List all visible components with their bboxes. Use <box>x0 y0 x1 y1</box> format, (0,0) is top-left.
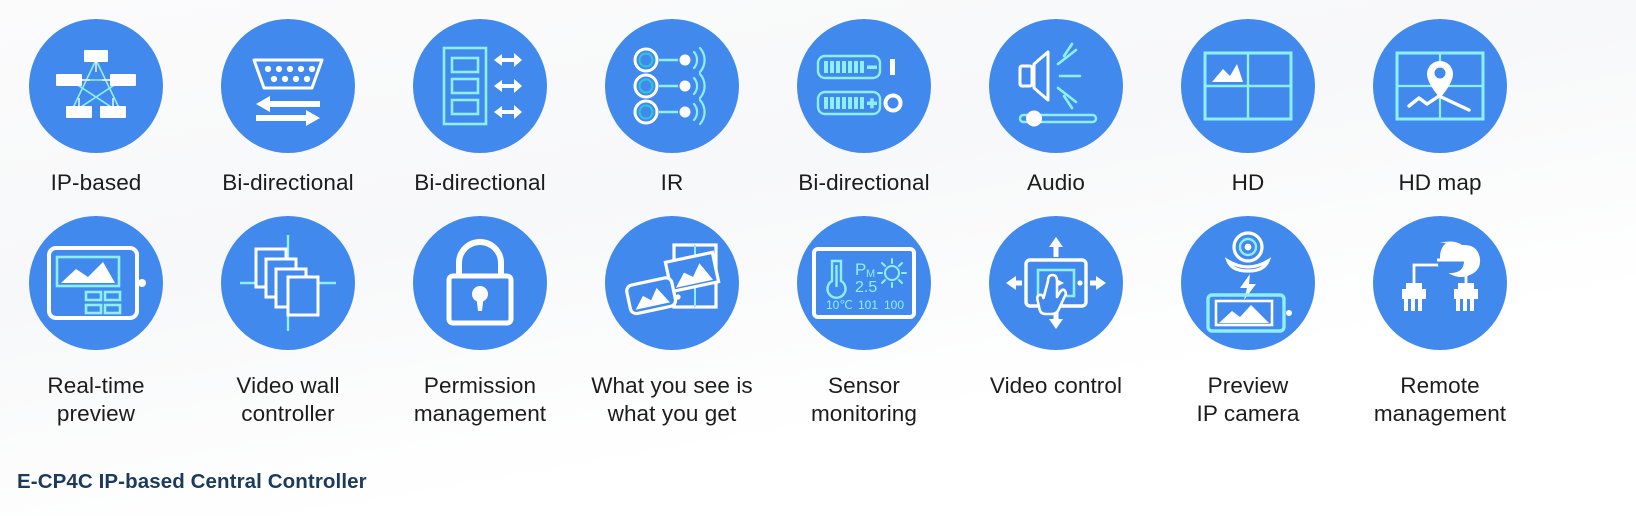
sensor-mid-value: 101 <box>858 298 878 312</box>
feature-label: HD map <box>1398 169 1481 197</box>
bidirectional-connector-icon <box>221 19 355 153</box>
feature-label: Real-time preview <box>47 372 144 428</box>
feature-label-line2: monitoring <box>810 401 918 426</box>
feature-label: IR <box>661 169 684 197</box>
feature-label-line1: Bi-directional <box>222 170 354 195</box>
feature-label: Preview IP camera <box>1196 372 1299 428</box>
feature-item-bidirectional-connector[interactable]: Bi-directional <box>192 0 384 208</box>
feature-label: Remote management <box>1374 372 1506 428</box>
feature-label-line1: IR <box>660 170 684 195</box>
feature-item-hd[interactable]: HD <box>1152 0 1344 208</box>
feature-label-line2: management <box>1373 401 1507 426</box>
feature-item-bidirectional-keypad[interactable]: Bi-directional <box>768 0 960 208</box>
what-you-see-is-icon <box>605 216 739 350</box>
feature-label: Audio <box>1027 169 1085 197</box>
feature-item-real-time-preview[interactable]: Real-time preview <box>0 208 192 426</box>
sensor-pm-value: 2.5 <box>855 279 877 296</box>
feature-label-line1: Bi-directional <box>798 170 930 195</box>
audio-speaker-slider-icon <box>989 19 1123 153</box>
sensor-right-value: 100 <box>884 298 904 312</box>
video-wall-layers-icon <box>221 216 355 350</box>
feature-label-line2: preview <box>56 401 136 426</box>
feature-item-preview-ip-camera[interactable]: Preview IP camera <box>1152 208 1344 426</box>
sensor-temperature-value: 10℃ <box>826 298 853 312</box>
feature-label-line2: what you get <box>607 401 737 426</box>
infrared-remote-icon <box>605 19 739 153</box>
feature-label: HD <box>1232 169 1265 197</box>
environment-sensor-icon: P M 2.5 10℃ 101 100 <box>797 216 931 350</box>
feature-label-line1: Real-time <box>47 373 145 398</box>
feature-item-ir[interactable]: IR <box>576 0 768 208</box>
feature-label-line1: Permission <box>423 373 537 398</box>
feature-overview-page: IP-based Bi-directional Bi-directional I… <box>0 0 1636 516</box>
feature-label: Bi-directional <box>222 169 353 197</box>
feature-item-ip-based[interactable]: IP-based <box>0 0 192 208</box>
feature-item-audio[interactable]: Audio <box>960 0 1152 208</box>
feature-label-line1: Bi-directional <box>414 170 546 195</box>
sensor-pm-label: P <box>855 260 866 279</box>
camera-preview-icon <box>1181 216 1315 350</box>
feature-label: Bi-directional <box>798 169 929 197</box>
feature-label-line1: Remote <box>1400 373 1480 398</box>
feature-label-line1: HD <box>1231 170 1265 195</box>
hd-videowall-icon <box>1181 19 1315 153</box>
feature-label-line1: Video control <box>989 373 1123 398</box>
feature-item-what-you-see-is-what-you-get[interactable]: What you see is what you get <box>576 208 768 426</box>
feature-label-line2: controller <box>241 401 335 426</box>
permission-lock-icon <box>413 216 547 350</box>
feature-label: IP-based <box>51 169 142 197</box>
feature-row-1: IP-based Bi-directional Bi-directional I… <box>0 0 1636 208</box>
bidirectional-rack-icon <box>413 19 547 153</box>
feature-label-line1: Sensor <box>828 373 900 398</box>
feature-label-line2: management <box>413 401 547 426</box>
feature-label: Sensor monitoring <box>811 372 917 428</box>
remote-network-icon <box>1373 216 1507 350</box>
feature-label: What you see is what you get <box>591 372 753 428</box>
bidirectional-keypad-icon <box>797 19 931 153</box>
feature-label-line1: Preview <box>1207 373 1289 398</box>
page-title: E-CP4C IP-based Central Controller <box>17 470 367 493</box>
feature-label-line1: IP-based <box>50 170 142 195</box>
feature-label-line1: Video wall <box>236 373 340 398</box>
feature-label-line2: IP camera <box>1196 401 1300 426</box>
hd-map-pin-icon <box>1373 19 1507 153</box>
feature-item-remote-management[interactable]: Remote management <box>1344 208 1536 426</box>
feature-item-hd-map[interactable]: HD map <box>1344 0 1536 208</box>
feature-label: Bi-directional <box>414 169 545 197</box>
feature-item-video-control[interactable]: Video control <box>960 208 1152 416</box>
feature-item-video-wall-controller[interactable]: Video wall controller <box>192 208 384 426</box>
video-control-touch-icon <box>989 216 1123 350</box>
feature-grid: IP-based Bi-directional Bi-directional I… <box>0 0 1636 426</box>
feature-item-bidirectional-rack[interactable]: Bi-directional <box>384 0 576 208</box>
ip-network-star-icon <box>29 19 163 153</box>
feature-label-line1: Audio <box>1026 170 1086 195</box>
realtime-tablet-preview-icon <box>29 216 163 350</box>
feature-label: Permission management <box>414 372 546 428</box>
feature-item-permission-management[interactable]: Permission management <box>384 208 576 426</box>
feature-row-2: Real-time preview Video wall controller … <box>0 208 1636 426</box>
feature-label: Video control <box>990 372 1122 400</box>
feature-item-sensor-monitoring[interactable]: P M 2.5 10℃ 101 100 Sensor monitoring <box>768 208 960 426</box>
feature-label-line1: What you see is <box>591 373 753 398</box>
feature-label-line1: HD map <box>1398 170 1482 195</box>
feature-label: Video wall controller <box>236 372 339 428</box>
